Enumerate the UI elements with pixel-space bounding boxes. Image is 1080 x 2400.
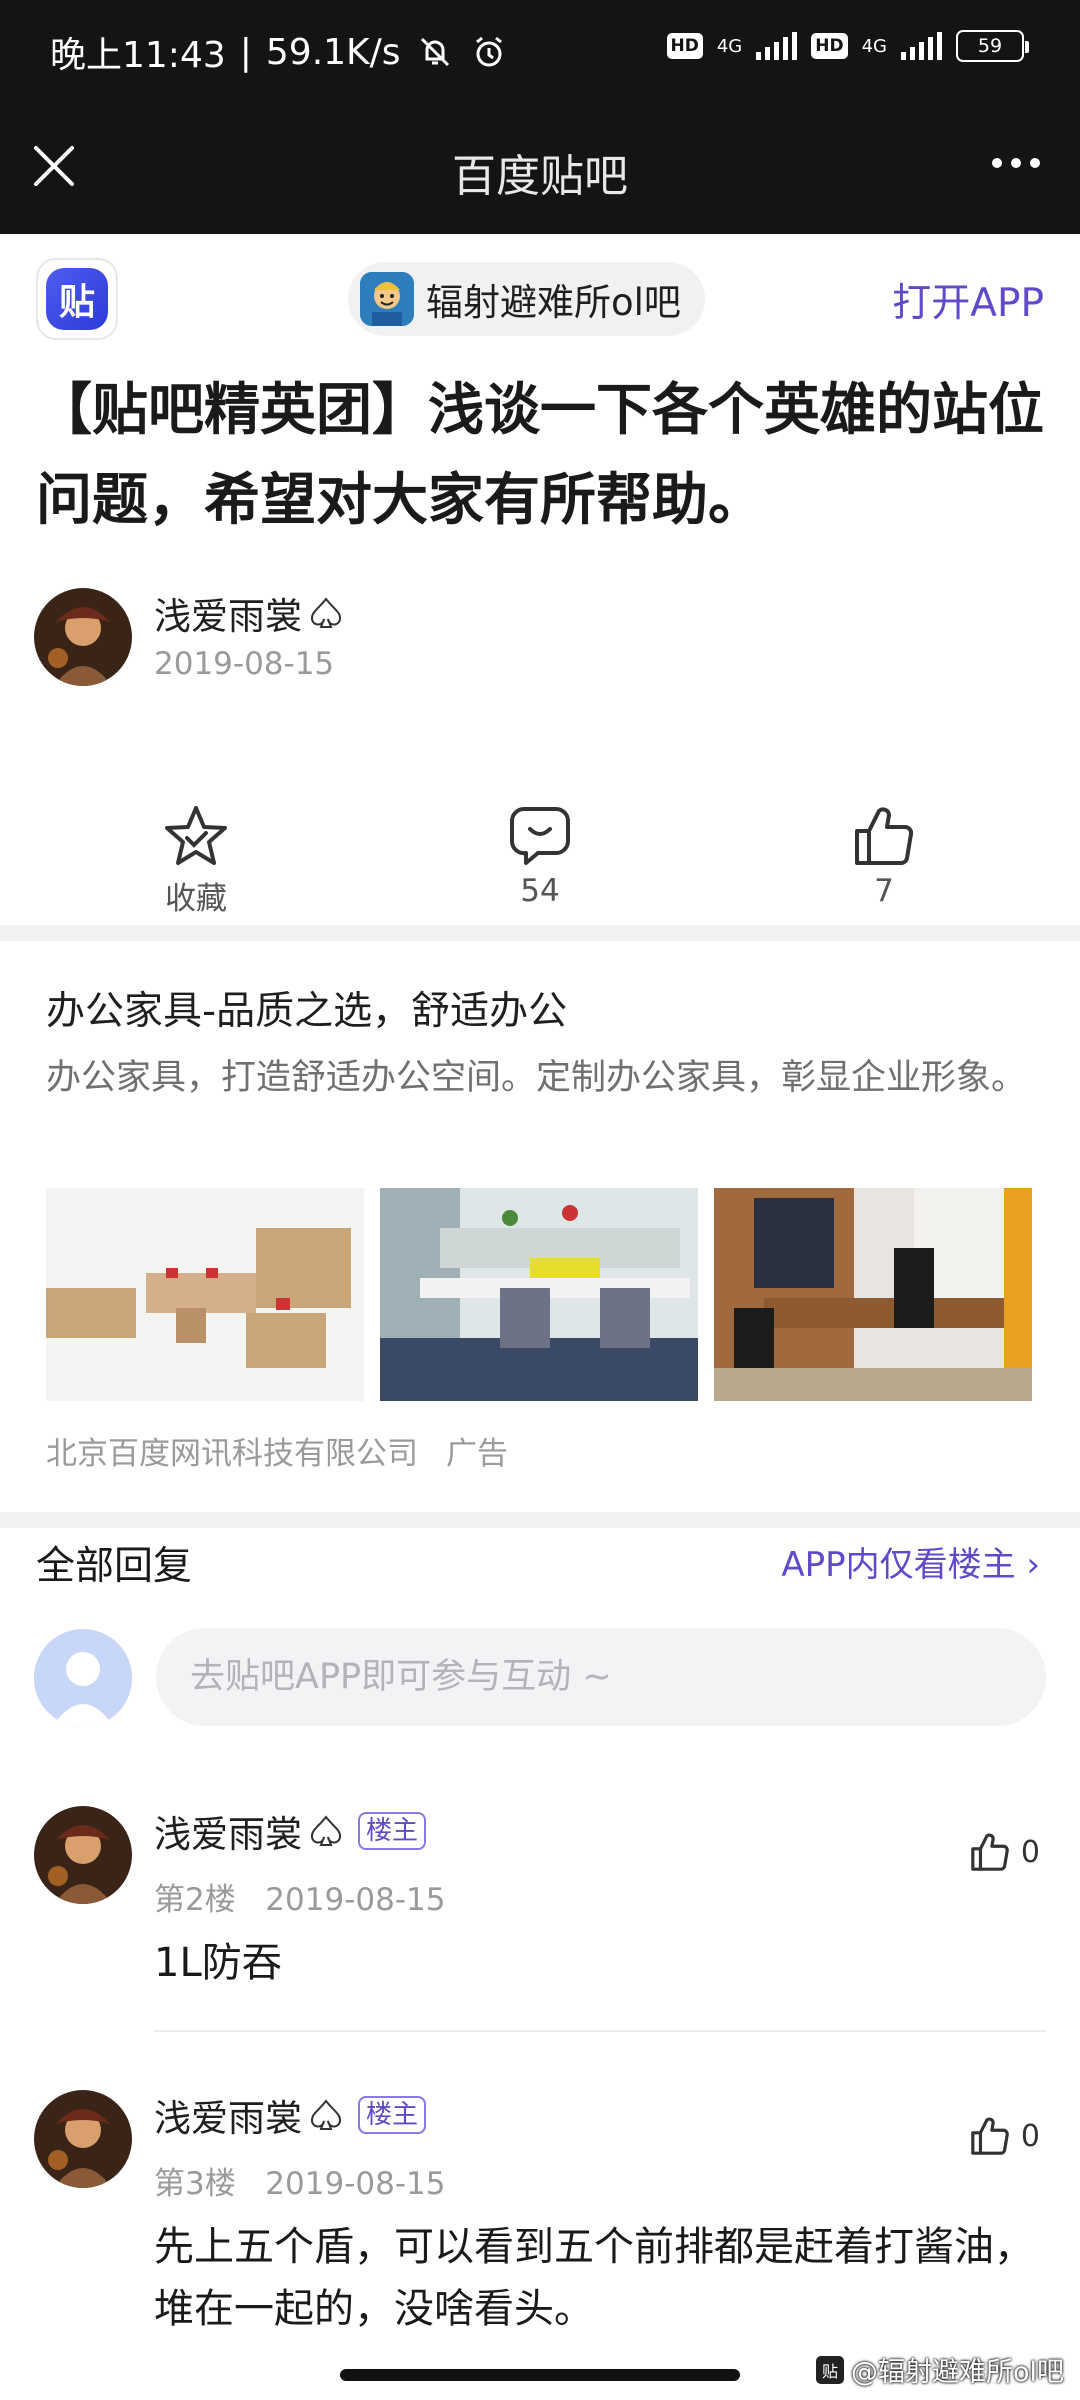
star-check-icon	[165, 806, 227, 865]
alarm-icon	[469, 32, 509, 72]
reply-author-text: 浅爱雨裳	[154, 1813, 302, 1856]
status-time: 晚上11:43	[50, 35, 226, 76]
author-avatar[interactable]	[34, 588, 132, 686]
reply-input[interactable]: 去贴吧APP即可参与互动 ~	[156, 1628, 1046, 1726]
hd-badge: HD	[811, 33, 848, 59]
author-name[interactable]: 浅爱雨裳	[154, 586, 344, 640]
reply-avatar[interactable]	[34, 2090, 132, 2188]
author-name-text: 浅爱雨裳	[154, 595, 302, 638]
post-date: 2019-08-15	[154, 646, 335, 682]
signal-icon	[756, 32, 798, 60]
thumbs-up-icon	[855, 807, 914, 865]
replies-header: 全部回复	[36, 1544, 193, 1589]
reply-floor: 第2楼	[154, 1882, 236, 1918]
watermark-text: @辐射避难所ol吧	[850, 2357, 1064, 2388]
ad-company: 北京百度网讯科技有限公司	[46, 1436, 418, 1472]
op-badge: 楼主	[358, 1812, 427, 1850]
reply-like-count: 0	[1020, 2118, 1040, 2154]
section-divider	[0, 1512, 1080, 1528]
ad-footer: 北京百度网讯科技有限公司 广告	[46, 1428, 508, 1473]
signal-icon	[901, 32, 942, 60]
forum-avatar	[360, 272, 414, 326]
forum-pill[interactable]: 辐射避难所ol吧	[348, 262, 705, 336]
spade-icon	[308, 595, 344, 631]
tieba-watermark-icon: 贴	[814, 2354, 845, 2385]
section-divider	[0, 925, 1080, 941]
comment-count: 54	[520, 873, 560, 909]
reply-text: 先上五个盾，可以看到五个前排都是赶着打酱油，堆在一起的，没啥看头。	[154, 2224, 1034, 2332]
spade-icon	[308, 1813, 344, 1849]
reply-date: 2019-08-15	[265, 2166, 446, 2202]
reply-floor: 第3楼	[154, 2166, 236, 2202]
ad-description[interactable]: 办公家具，打造舒适办公空间。定制办公家具，彰显企业形象。	[46, 1050, 1036, 1107]
forum-name: 辐射避难所ol吧	[426, 281, 681, 324]
reply-like-button[interactable]: 0	[969, 1832, 1040, 1872]
default-avatar	[34, 1629, 132, 1727]
like-button[interactable]: 7	[784, 805, 984, 909]
comment-icon	[509, 807, 570, 865]
reply-text: 1L防吞	[154, 1940, 282, 1986]
collect-button[interactable]: 收藏	[96, 805, 296, 918]
tieba-logo[interactable]: 贴	[36, 258, 118, 340]
tieba-logo-char: 贴	[46, 268, 108, 330]
reply-author-text: 浅爱雨裳	[154, 2097, 302, 2140]
collect-label: 收藏	[165, 881, 227, 917]
title-bar: 百度贴吧	[0, 98, 1080, 234]
more-options-icon[interactable]	[992, 158, 1040, 168]
ad-image-2[interactable]	[380, 1188, 698, 1401]
op-badge: 楼主	[358, 2096, 427, 2134]
ad-title[interactable]: 办公家具-品质之选，舒适办公	[46, 980, 567, 1036]
reply-divider	[154, 2030, 1046, 2032]
battery-icon: 59	[956, 30, 1029, 62]
network-type-label: 4G	[861, 35, 887, 57]
reply-avatar[interactable]	[34, 1806, 132, 1904]
mute-notification-icon	[415, 32, 455, 72]
network-type-label: 4G	[716, 35, 743, 57]
hd-badge: HD	[666, 33, 703, 59]
ad-tag: 广告	[446, 1436, 508, 1472]
thumbs-up-icon	[971, 1833, 1009, 1871]
page-title: 百度贴吧	[452, 151, 628, 202]
thumbs-up-icon	[971, 2117, 1009, 2155]
ad-image-1[interactable]	[46, 1188, 364, 1401]
ad-image-3[interactable]	[714, 1188, 1032, 1401]
open-app-button[interactable]: 打开APP	[892, 272, 1044, 328]
reply-meta: 第2楼 2019-08-15	[154, 1874, 445, 1919]
comment-button[interactable]: 54	[440, 805, 640, 909]
reply-like-button[interactable]: 0	[969, 2116, 1040, 2156]
post-actions: 收藏 54 7	[0, 805, 1080, 920]
network-speed: 59.1K/s	[265, 31, 401, 73]
op-only-link[interactable]: APP内仅看楼主 ›	[781, 1537, 1040, 1586]
watermark: 贴 @辐射避难所ol吧	[814, 2350, 1064, 2389]
home-indicator[interactable]	[340, 2369, 740, 2381]
post-title: 【贴吧精英团】浅谈一下各个英雄的站位问题，希望对大家有所帮助。	[36, 378, 1044, 533]
reply-meta: 第3楼 2019-08-15	[154, 2158, 445, 2203]
reply-author[interactable]: 浅爱雨裳 楼主	[154, 1804, 427, 1858]
status-separator: |	[239, 31, 252, 73]
reply-like-count: 0	[1020, 1834, 1040, 1870]
reply-author[interactable]: 浅爱雨裳 楼主	[154, 2088, 427, 2142]
spade-icon	[308, 2097, 344, 2133]
status-bar: 晚上11:43 | 59.1K/s HD 4G HD 4G 59	[0, 0, 1080, 98]
reply-date: 2019-08-15	[265, 1882, 446, 1918]
like-count: 7	[874, 873, 894, 909]
